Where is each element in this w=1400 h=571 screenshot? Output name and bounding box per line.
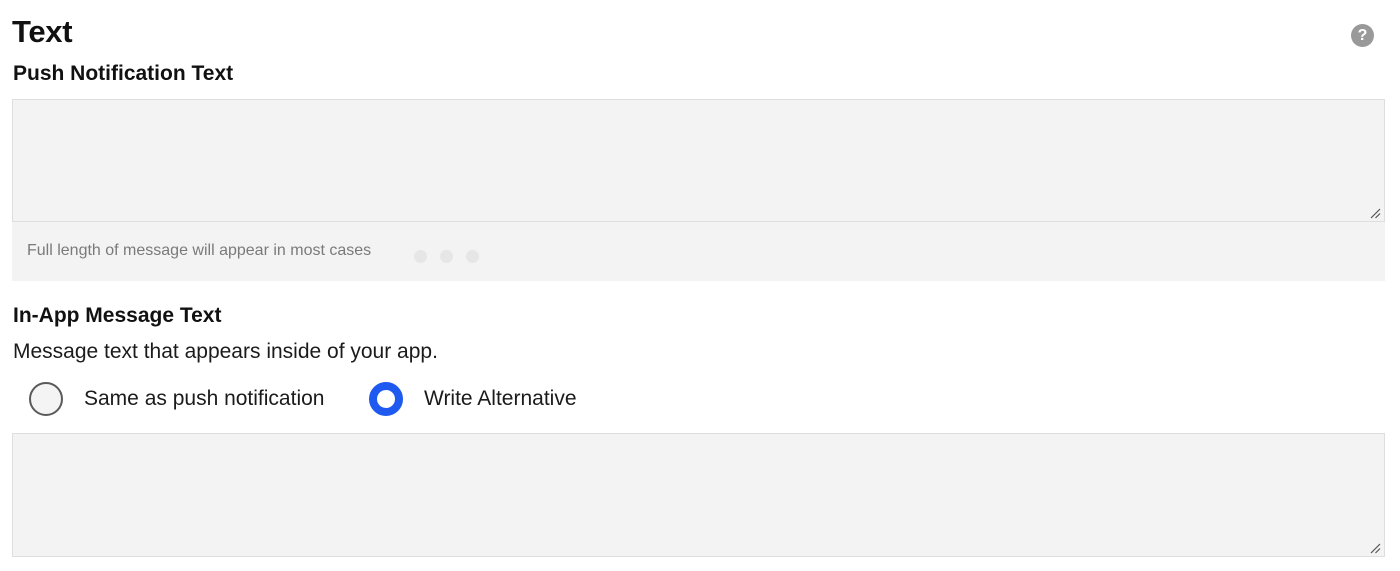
in-app-message-description: Message text that appears inside of your… [13, 340, 438, 363]
in-app-message-textarea[interactable] [12, 433, 1385, 557]
push-notification-textarea[interactable] [12, 99, 1385, 222]
loading-dots-icon [414, 250, 479, 263]
dot [440, 250, 453, 263]
radio-write-alternative[interactable]: Write Alternative [369, 382, 577, 416]
radio-button-checked-icon[interactable] [369, 382, 403, 416]
radio-same-as-push[interactable]: Same as push notification [29, 382, 324, 416]
text-settings-panel: Text ? Push Notification Text Full lengt… [0, 0, 1400, 571]
question-circle-icon[interactable]: ? [1351, 24, 1374, 47]
dot [414, 250, 427, 263]
resize-handle-icon[interactable] [1369, 542, 1381, 554]
in-app-message-label: In-App Message Text [13, 304, 222, 327]
dot [466, 250, 479, 263]
length-hint: Full length of message will appear in mo… [27, 242, 372, 259]
section-title: Text [12, 14, 73, 49]
push-notification-hint-bar: Full length of message will appear in mo… [12, 222, 1385, 281]
radio-label: Write Alternative [424, 387, 577, 410]
radio-label: Same as push notification [84, 387, 325, 410]
radio-button-unchecked-icon[interactable] [29, 382, 63, 416]
push-notification-label: Push Notification Text [13, 62, 234, 85]
resize-handle-icon[interactable] [1369, 207, 1381, 219]
